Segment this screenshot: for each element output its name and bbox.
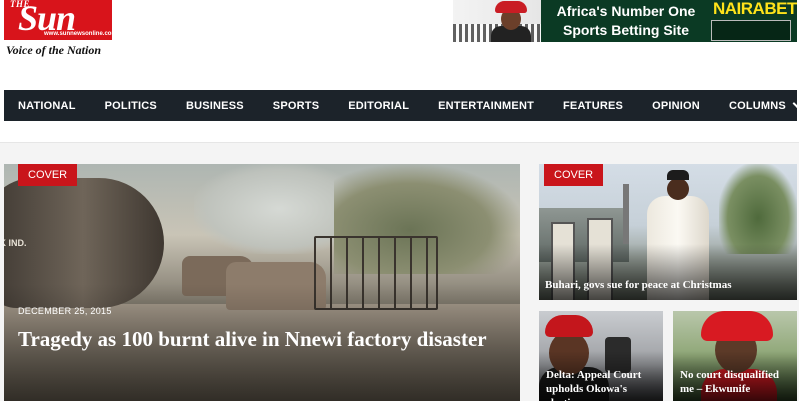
ad-person xyxy=(489,0,533,42)
site-logo[interactable]: THE Sun www.sunnewsonline.com Voice of t… xyxy=(4,0,117,60)
side-story-card[interactable]: COVER Buhari, govs sue for peace at Chri… xyxy=(539,164,797,300)
main-story-card[interactable]: OCK IND. COVER DECEMBER 25, 2015 Tragedy… xyxy=(4,164,520,401)
person-head xyxy=(667,178,689,200)
nav-item-columns[interactable]: COLUMNS xyxy=(728,98,799,112)
nav-item-sports[interactable]: SPORTS xyxy=(273,100,319,112)
nav-item-opinion[interactable]: OPINION xyxy=(652,100,700,112)
nav-label: FEATURES xyxy=(563,99,624,112)
nav-label: OPINION xyxy=(652,99,700,112)
ad-brand: NAIRABET xyxy=(711,0,797,42)
nav-item-business[interactable]: BUSINESS xyxy=(186,100,244,112)
ad-brand-box xyxy=(711,20,791,41)
person-headwrap xyxy=(701,311,773,341)
nav-item-politics[interactable]: POLITICS xyxy=(105,100,157,112)
nav-label: POLITICS xyxy=(104,99,157,112)
category-badge[interactable]: COVER xyxy=(544,164,604,186)
ad-brand-name: NAIRABET xyxy=(713,0,797,18)
story-title[interactable]: Tragedy as 100 burnt alive in Nnewi fact… xyxy=(18,318,488,360)
nav-item-national[interactable]: NATIONAL xyxy=(18,100,76,112)
ad-banner[interactable]: Africa's Number One Sports Betting Site … xyxy=(453,0,797,42)
nav-list: NATIONAL POLITICS BUSINESS SPORTS EDITOR… xyxy=(4,90,799,121)
image-trees xyxy=(719,164,797,254)
nav-label: EDITORIAL xyxy=(348,99,410,112)
logo-url: www.sunnewsonline.com xyxy=(44,31,117,37)
tanker-text: OCK IND. xyxy=(4,238,27,248)
image-flagpole xyxy=(623,184,629,244)
nav-item-features[interactable]: FEATURES xyxy=(563,100,623,112)
logo-box: THE Sun www.sunnewsonline.com xyxy=(4,0,117,40)
nav-label: ENTERTAINMENT xyxy=(438,99,535,112)
nav-item-editorial[interactable]: EDITORIAL xyxy=(348,100,409,112)
main-story-image: OCK IND. xyxy=(4,164,520,401)
nav-label: NATIONAL xyxy=(18,99,76,112)
story-title[interactable]: Delta: Appeal Court upholds Okowa's elec… xyxy=(546,368,658,401)
nav-item-entertainment[interactable]: ENTERTAINMENT xyxy=(438,100,534,112)
story-card-ekwunife[interactable]: No court disqualified me – Ekwunife xyxy=(673,311,797,401)
person-cap xyxy=(667,170,689,180)
category-badge[interactable]: COVER xyxy=(18,164,78,186)
ad-text: Africa's Number One Sports Betting Site xyxy=(551,2,701,40)
story-title[interactable]: No court disqualified me – Ekwunife xyxy=(680,368,792,396)
story-date: DECEMBER 25, 2015 xyxy=(18,306,112,316)
nav-label: SPORTS xyxy=(272,99,320,112)
ad-line1: Africa's Number One xyxy=(556,3,696,19)
nav-label: COLUMNS xyxy=(728,99,786,112)
story-card-delta[interactable]: Delta: Appeal Court upholds Okowa's elec… xyxy=(539,311,663,401)
ad-photo xyxy=(453,0,541,42)
story-title[interactable]: Buhari, govs sue for peace at Christmas xyxy=(545,278,791,292)
nav-label: BUSINESS xyxy=(185,99,244,112)
person-hat xyxy=(545,315,593,337)
ad-line2: Sports Betting Site xyxy=(562,22,689,38)
chevron-down-icon xyxy=(792,98,799,109)
ad-person-hat xyxy=(495,1,527,13)
site-tagline: Voice of the Nation xyxy=(6,43,101,57)
main-nav: NATIONAL POLITICS BUSINESS SPORTS EDITOR… xyxy=(4,90,799,121)
